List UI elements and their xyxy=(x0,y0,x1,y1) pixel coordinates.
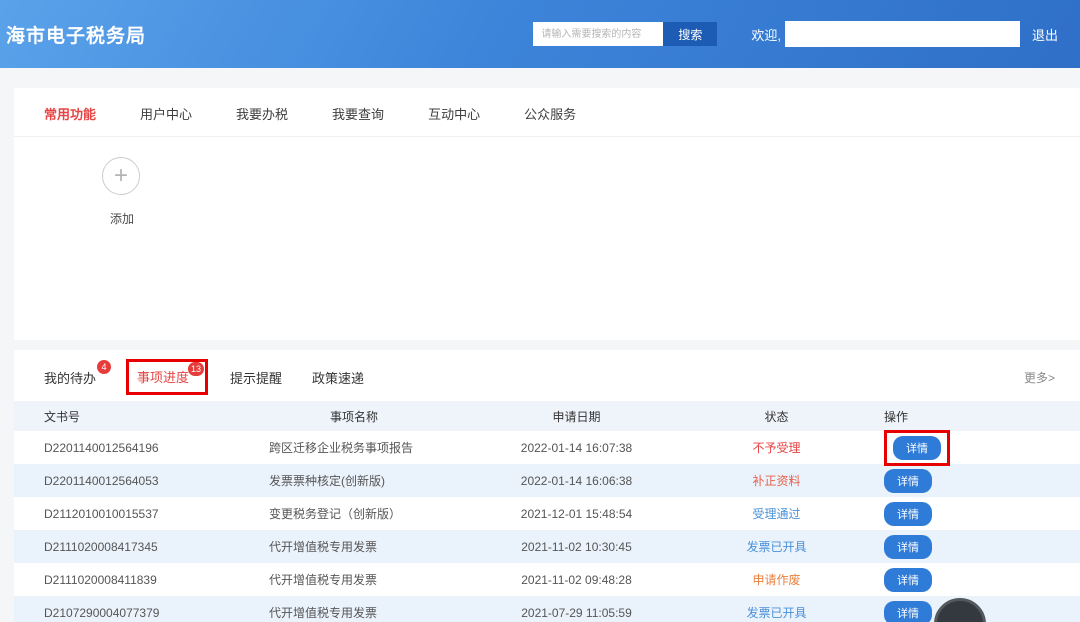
nav-tab-gongzhongfuwu[interactable]: 公众服务 xyxy=(524,104,576,123)
apply-date: 2021-11-02 09:48:28 xyxy=(469,573,684,587)
table-header: 文书号 事项名称 申请日期 状态 操作 xyxy=(14,401,1080,431)
table-body: D2201140012564196 跨区迁移企业税务事项报告 2022-01-1… xyxy=(14,431,1080,622)
item-name: 代开增值税专用发票 xyxy=(239,538,469,555)
username-field[interactable] xyxy=(785,21,1020,47)
status-text: 受理通过 xyxy=(684,505,869,522)
table-row: D2107290004077379 代开增值税专用发票 2021-07-29 1… xyxy=(14,596,1080,622)
header-right: 搜索 欢迎, 退出 xyxy=(533,21,1058,47)
item-name: 发票票种核定(创新版) xyxy=(239,472,469,489)
nav-tab-yonghuzhongxin[interactable]: 用户中心 xyxy=(140,104,192,123)
apply-date: 2022-01-14 16:06:38 xyxy=(469,474,684,488)
doc-number: D2112010010015537 xyxy=(14,507,239,521)
status-text: 发票已开具 xyxy=(684,604,869,621)
table-row: D2201140012564053 发票票种核定(创新版) 2022-01-14… xyxy=(14,464,1080,497)
tab-item-progress[interactable]: 事项进度 13 xyxy=(137,370,189,385)
apply-date: 2022-01-14 16:07:38 xyxy=(469,441,684,455)
add-icon[interactable]: + xyxy=(102,157,140,195)
detail-button[interactable]: 详情 xyxy=(884,502,932,526)
add-label: 添加 xyxy=(102,210,142,227)
apply-date: 2021-12-01 15:48:54 xyxy=(469,507,684,521)
progress-panel: 我的待办 4 事项进度 13 提示提醒 政策速递 更多> 文书号 事项名称 申请… xyxy=(14,350,1080,622)
table-row: D2111020008411839 代开增值税专用发票 2021-11-02 0… xyxy=(14,563,1080,596)
nav-tab-woyaobanshui[interactable]: 我要办税 xyxy=(236,104,288,123)
table-row: D2111020008417345 代开增值税专用发票 2021-11-02 1… xyxy=(14,530,1080,563)
search-button[interactable]: 搜索 xyxy=(663,22,717,46)
more-link[interactable]: 更多> xyxy=(1024,369,1055,386)
search-input[interactable] xyxy=(533,22,663,46)
item-name: 变更税务登记（创新版） xyxy=(239,505,469,522)
top-header: 海市电子税务局 搜索 欢迎, 退出 xyxy=(0,0,1080,68)
progress-count-badge: 13 xyxy=(188,362,204,376)
welcome-label: 欢迎, xyxy=(751,25,781,44)
doc-number: D2107290004077379 xyxy=(14,606,239,620)
panel-tabs: 我的待办 4 事项进度 13 提示提醒 政策速递 更多> xyxy=(14,350,1080,401)
doc-number: D2111020008417345 xyxy=(14,540,239,554)
doc-number: D2201140012564196 xyxy=(14,441,239,455)
tab-my-todo[interactable]: 我的待办 4 xyxy=(44,368,96,387)
tab-item-progress-label: 事项进度 xyxy=(137,370,189,385)
nav-tab-hudongzhongxin[interactable]: 互动中心 xyxy=(428,104,480,123)
detail-button[interactable]: 详情 xyxy=(893,436,941,460)
main-card: 常用功能 用户中心 我要办税 我要查询 互动中心 公众服务 + 添加 xyxy=(14,88,1080,340)
item-name: 跨区迁移企业税务事项报告 xyxy=(239,439,469,456)
nav-tab-changyonggongneng[interactable]: 常用功能 xyxy=(44,104,96,123)
site-title: 海市电子税务局 xyxy=(6,21,146,48)
doc-number: D2201140012564053 xyxy=(14,474,239,488)
table-row: D2112010010015537 变更税务登记（创新版） 2021-12-01… xyxy=(14,497,1080,530)
shortcut-add: + 添加 xyxy=(102,137,142,227)
col-header-name: 事项名称 xyxy=(239,408,469,425)
detail-button[interactable]: 详情 xyxy=(884,568,932,592)
status-text: 申请作废 xyxy=(684,571,869,588)
doc-number: D2111020008411839 xyxy=(14,573,239,587)
apply-date: 2021-07-29 11:05:59 xyxy=(469,606,684,620)
tab-my-todo-label: 我的待办 xyxy=(44,371,96,386)
col-header-status: 状态 xyxy=(684,408,869,425)
status-text: 补正资料 xyxy=(684,472,869,489)
tab-reminders[interactable]: 提示提醒 xyxy=(230,368,282,387)
item-name: 代开增值税专用发票 xyxy=(239,604,469,621)
col-header-action: 操作 xyxy=(869,408,1080,425)
detail-button[interactable]: 详情 xyxy=(884,601,932,622)
nav-tab-woyaochaxun[interactable]: 我要查询 xyxy=(332,104,384,123)
main-nav: 常用功能 用户中心 我要办税 我要查询 互动中心 公众服务 xyxy=(14,88,1080,137)
status-text: 不予受理 xyxy=(684,439,869,456)
table-row: D2201140012564196 跨区迁移企业税务事项报告 2022-01-1… xyxy=(14,431,1080,464)
todo-count-badge: 4 xyxy=(97,360,111,374)
apply-date: 2021-11-02 10:30:45 xyxy=(469,540,684,554)
search-bar: 搜索 xyxy=(533,22,717,46)
tab-policy-express[interactable]: 政策速递 xyxy=(312,368,364,387)
col-header-date: 申请日期 xyxy=(469,408,684,425)
annotation-box-detail: 详情 xyxy=(884,430,950,466)
item-name: 代开增值税专用发票 xyxy=(239,571,469,588)
logout-button[interactable]: 退出 xyxy=(1032,25,1058,44)
detail-button[interactable]: 详情 xyxy=(884,469,932,493)
col-header-doc-no: 文书号 xyxy=(14,408,239,425)
status-text: 发票已开具 xyxy=(684,538,869,555)
annotation-box-tab: 事项进度 13 xyxy=(126,359,208,395)
detail-button[interactable]: 详情 xyxy=(884,535,932,559)
